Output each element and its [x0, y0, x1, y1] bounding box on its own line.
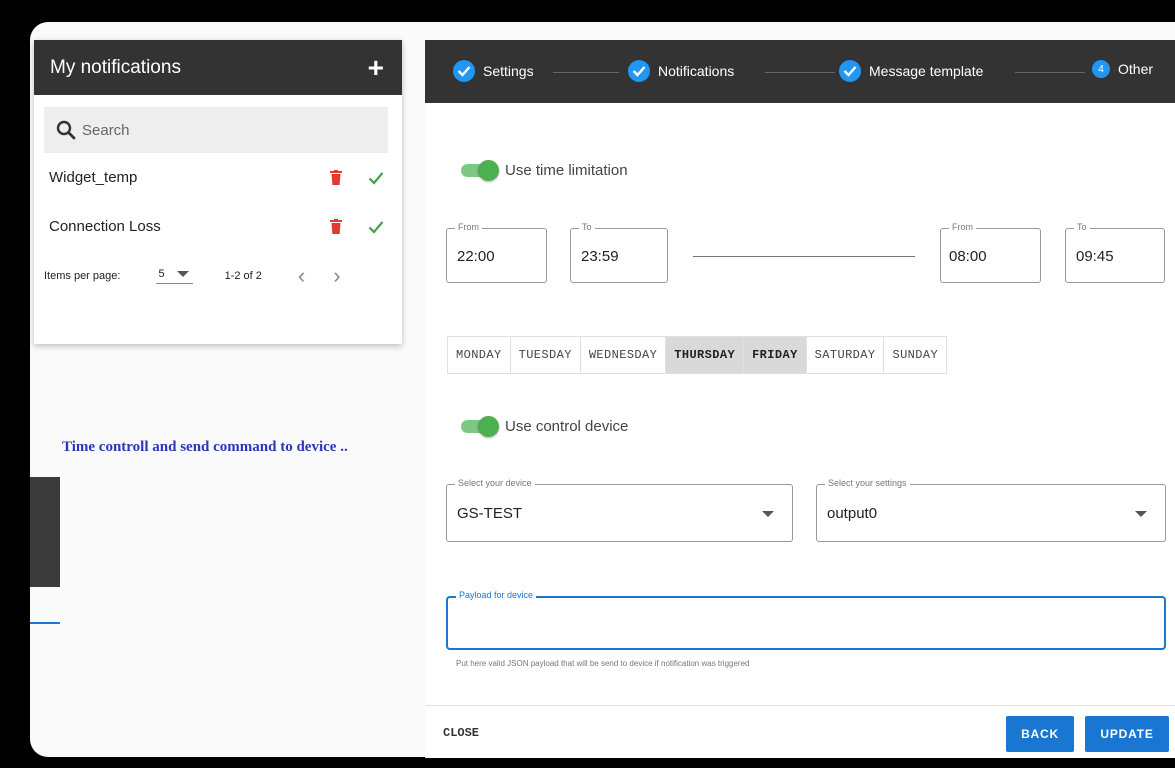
step-notifications[interactable]: Notifications: [628, 60, 734, 82]
day-saturday[interactable]: SATURDAY: [807, 337, 885, 373]
close-button[interactable]: CLOSE: [443, 726, 479, 740]
select-label: Select your settings: [825, 478, 910, 488]
stepper: Settings Notifications Message template …: [425, 40, 1175, 103]
update-button[interactable]: UPDATE: [1085, 716, 1169, 752]
check-circle-icon: [839, 60, 861, 82]
step-connector: [1015, 72, 1085, 73]
day-tuesday[interactable]: TUESDAY: [511, 337, 581, 373]
step-message-template[interactable]: Message template: [839, 60, 983, 82]
notifications-header: My notifications +: [34, 40, 402, 95]
payload-label: Payload for device: [456, 590, 537, 600]
search-field[interactable]: Search: [44, 107, 388, 153]
range-divider: [693, 256, 915, 257]
notifications-panel: My notifications + Search Widget_temp Co…: [34, 40, 402, 344]
background-bar: [30, 477, 60, 587]
caret-down-icon: [762, 511, 774, 517]
field-label: From: [455, 222, 482, 232]
time-limitation-toggle[interactable]: Use time limitation: [461, 160, 628, 181]
step-label: Other: [1118, 61, 1154, 77]
list-item-label: Connection Loss: [49, 218, 161, 235]
step-settings[interactable]: Settings: [453, 60, 534, 82]
toggle-label: Use time limitation: [505, 162, 628, 179]
step-connector: [553, 72, 619, 73]
settings-select[interactable]: Select your settings output0: [816, 478, 1166, 542]
step-label: Notifications: [658, 63, 735, 79]
select-value: output0: [827, 505, 878, 522]
from-time-field-2[interactable]: From 08:00: [940, 222, 1041, 283]
trash-icon[interactable]: [330, 170, 342, 185]
day-wednesday[interactable]: WEDNESDAY: [581, 337, 667, 373]
notification-dialog: Settings Notifications Message template …: [425, 40, 1175, 758]
panel-title: My notifications: [50, 56, 181, 78]
page-range: 1-2 of 2: [224, 270, 262, 282]
field-value: 08:00: [949, 248, 987, 265]
annotation-text: Time controll and send command to device…: [62, 439, 348, 455]
plus-icon[interactable]: +: [368, 53, 384, 82]
step-number: 4: [1092, 60, 1110, 78]
toggle-switch[interactable]: [461, 416, 499, 437]
field-label: To: [1074, 222, 1090, 232]
caret-down-icon: [1135, 511, 1147, 517]
search-icon: [56, 120, 76, 140]
to-time-field-1[interactable]: To 23:59: [570, 222, 668, 283]
chevron-right-icon[interactable]: ›: [333, 265, 340, 287]
field-label: From: [949, 222, 976, 232]
from-time-field-1[interactable]: From 22:00: [446, 222, 547, 283]
weekday-selector: MONDAY TUESDAY WEDNESDAY THURSDAY FRIDAY…: [447, 336, 948, 374]
step-other[interactable]: 4 Other: [1092, 60, 1153, 78]
day-sunday[interactable]: SUNDAY: [884, 337, 946, 373]
payload-hint: Put here valid JSON payload that will be…: [456, 659, 750, 668]
background-underline: [30, 622, 60, 624]
search-placeholder: Search: [82, 121, 130, 139]
check-circle-icon: [628, 60, 650, 82]
items-per-page-label: Items per page:: [44, 270, 121, 282]
to-time-field-2[interactable]: To 09:45: [1065, 222, 1165, 283]
device-select[interactable]: Select your device GS-TEST: [446, 478, 793, 542]
page-size-value: 5: [158, 268, 165, 280]
caret-down-icon: [176, 271, 189, 277]
control-device-toggle[interactable]: Use control device: [461, 416, 629, 437]
check-icon[interactable]: [368, 171, 384, 185]
select-label: Select your device: [455, 478, 535, 488]
list-item[interactable]: Widget_temp: [34, 153, 402, 202]
day-thursday[interactable]: THURSDAY: [666, 337, 745, 373]
toggle-label: Use control device: [505, 418, 629, 435]
step-label: Settings: [483, 63, 534, 79]
day-friday[interactable]: FRIDAY: [744, 337, 807, 373]
step-connector: [765, 72, 835, 73]
back-button[interactable]: BACK: [1006, 716, 1074, 752]
step-label: Message template: [869, 63, 984, 79]
list-item[interactable]: Connection Loss: [34, 202, 402, 251]
field-label: To: [579, 222, 595, 232]
field-value: 23:59: [581, 248, 619, 265]
field-value: 22:00: [457, 248, 495, 265]
check-circle-icon: [453, 60, 475, 82]
toggle-switch[interactable]: [461, 160, 499, 181]
day-monday[interactable]: MONDAY: [448, 337, 511, 373]
check-icon[interactable]: [368, 220, 384, 234]
field-value: 09:45: [1076, 248, 1114, 265]
list-item-label: Widget_temp: [49, 169, 138, 186]
page-size-select[interactable]: 5: [156, 268, 193, 284]
chevron-left-icon[interactable]: ‹: [298, 265, 305, 287]
dialog-footer: CLOSE BACK UPDATE: [425, 705, 1175, 758]
trash-icon[interactable]: [330, 219, 342, 234]
paginator: Items per page: 5 1-2 of 2 ‹ ›: [34, 265, 402, 287]
payload-field[interactable]: Payload for device: [446, 590, 1166, 650]
select-value: GS-TEST: [457, 505, 523, 522]
